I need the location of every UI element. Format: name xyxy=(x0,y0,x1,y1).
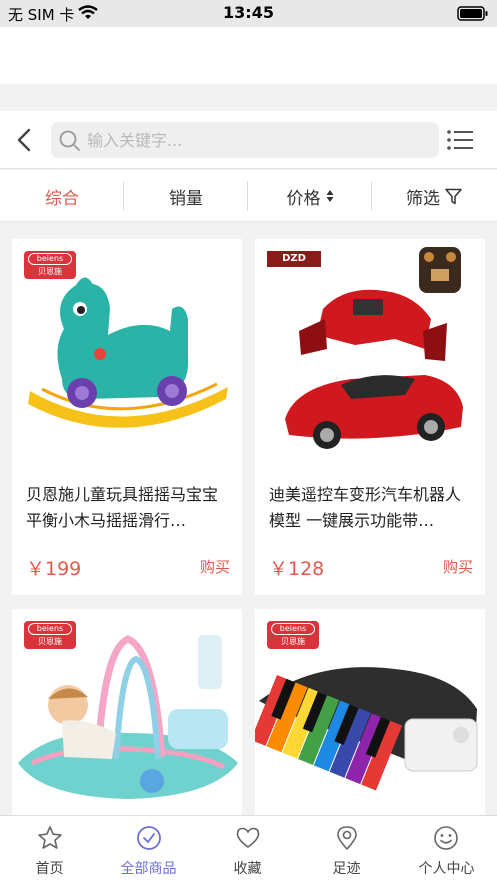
smiley-icon xyxy=(434,826,458,850)
status-bar: 无 SIM 卡 13:45 xyxy=(0,0,497,27)
tab-favorites[interactable]: 收藏 xyxy=(198,816,297,883)
search-icon xyxy=(59,130,80,151)
heart-icon xyxy=(236,827,260,848)
product-image-play-gym[interactable]: beiens 贝恩施 xyxy=(12,609,242,815)
brand-logo: DZD xyxy=(267,251,321,267)
clock: 13:45 xyxy=(223,3,274,22)
buy-button[interactable]: 购买 xyxy=(200,556,230,577)
check-circle-icon xyxy=(137,826,161,850)
product-card[interactable]: DZD 迪美遥控车变形汽车机器人模型 一键展示功能带… ￥128 购买 xyxy=(255,239,485,595)
bottom-tab-bar: 首页 全部商品 收藏 足迹 个人中心 xyxy=(0,815,497,883)
search-input[interactable] xyxy=(87,122,427,158)
filter-label: 综合 xyxy=(45,188,79,209)
buy-button[interactable]: 购买 xyxy=(443,556,473,577)
tab-home[interactable]: 首页 xyxy=(0,816,99,883)
brand-logo: beiens 贝恩施 xyxy=(24,621,76,649)
tab-label: 全部商品 xyxy=(120,861,177,877)
brand-logo: beiens 贝恩施 xyxy=(267,621,319,649)
tab-label: 收藏 xyxy=(233,861,262,877)
product-title[interactable]: 迪美遥控车变形汽车机器人模型 一键展示功能带… xyxy=(269,482,474,534)
product-title[interactable]: 贝恩施儿童玩具摇摇马宝宝平衡小木马摇摇滑行… xyxy=(26,482,231,534)
brand-logo-en: beiens xyxy=(28,253,72,265)
tab-label: 足迹 xyxy=(332,861,361,877)
filter-comprehensive[interactable]: 综合 xyxy=(0,170,124,222)
funnel-icon xyxy=(445,188,462,204)
filter-price[interactable]: 价格 xyxy=(248,170,372,222)
brand-logo-en: beiens xyxy=(28,623,72,635)
battery-icon xyxy=(457,6,488,21)
search-row xyxy=(0,111,497,169)
product-price: ￥199 xyxy=(26,558,82,580)
product-grid: beiens 贝恩施 贝恩施儿童玩具摇摇马宝宝平衡小木马摇摇滑行… ￥199 购… xyxy=(0,223,497,815)
product-card[interactable]: beiens 贝恩施 xyxy=(12,609,242,815)
filter-label: 销量 xyxy=(169,188,203,209)
brand-logo-cn: 贝恩施 xyxy=(38,637,62,646)
filter-label: 价格 xyxy=(286,188,321,209)
tab-all-products[interactable]: 全部商品 xyxy=(99,816,198,883)
brand-logo-cn: 贝恩施 xyxy=(38,267,62,276)
back-arrow-icon[interactable] xyxy=(12,127,38,153)
tab-label: 首页 xyxy=(35,861,64,877)
product-image-rocking-horse[interactable]: beiens 贝恩施 xyxy=(12,239,242,477)
filter-bar: 综合 销量 价格 筛选 xyxy=(0,170,497,222)
top-bar xyxy=(0,27,497,84)
filter-sales[interactable]: 销量 xyxy=(124,170,248,222)
star-icon xyxy=(38,826,62,849)
product-card[interactable]: beiens 贝恩施 xyxy=(255,609,485,815)
product-card[interactable]: beiens 贝恩施 贝恩施儿童玩具摇摇马宝宝平衡小木马摇摇滑行… ￥199 购… xyxy=(12,239,242,595)
tab-profile[interactable]: 个人中心 xyxy=(396,816,497,883)
search-box[interactable] xyxy=(51,122,439,158)
brand-logo-en: beiens xyxy=(271,623,315,635)
product-image-transforming-car[interactable]: DZD xyxy=(255,239,485,477)
brand-logo: beiens 贝恩施 xyxy=(24,251,76,279)
sort-arrows-icon xyxy=(326,190,333,202)
filter-screen[interactable]: 筛选 xyxy=(372,170,496,222)
product-price: ￥128 xyxy=(269,558,325,580)
location-pin-icon xyxy=(337,826,357,850)
product-image-roll-up-piano[interactable]: beiens 贝恩施 xyxy=(255,609,485,815)
tab-label: 个人中心 xyxy=(418,861,475,877)
list-menu-icon[interactable] xyxy=(446,128,474,152)
brand-logo-cn: 贝恩施 xyxy=(281,637,305,646)
tab-footprints[interactable]: 足迹 xyxy=(297,816,396,883)
filter-label: 筛选 xyxy=(406,188,440,209)
